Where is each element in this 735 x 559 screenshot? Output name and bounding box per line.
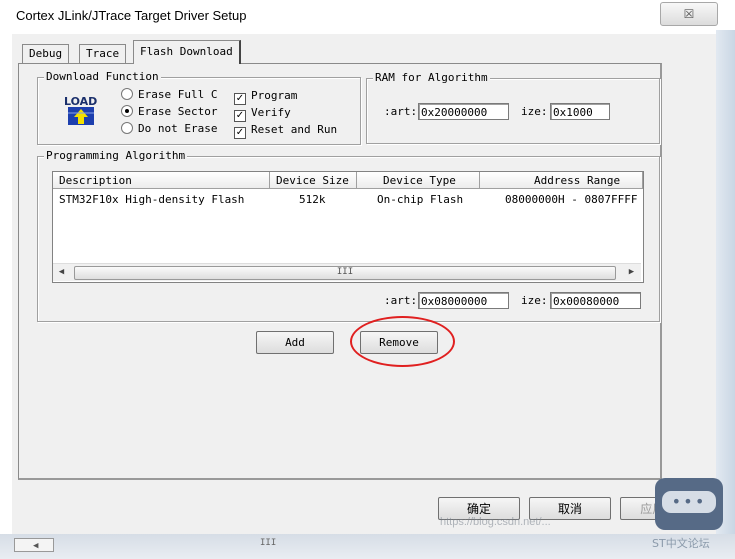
ram-start-input[interactable]: 0x20000000 <box>418 103 509 120</box>
do-not-erase-radio[interactable]: Do not Erase <box>121 122 217 136</box>
table-row-description[interactable]: STM32F10x High-density Flash <box>59 192 244 208</box>
background-window-strip <box>0 534 735 559</box>
column-header-device-size[interactable]: Device Size <box>270 172 357 189</box>
add-button[interactable]: Add <box>256 331 334 354</box>
program-label: Program <box>251 89 298 102</box>
table-row-device-size[interactable]: 512k <box>299 192 326 208</box>
checkmark-icon: ✓ <box>234 127 246 139</box>
erase-sector-radio[interactable]: Erase Sector <box>121 105 217 119</box>
ram-for-algorithm-legend: RAM for Algorithm <box>373 71 490 84</box>
checkmark-icon: ✓ <box>234 110 246 122</box>
watermark-url: https://blog.csdn.net/... <box>440 516 551 528</box>
background-scroll-left-icon: ◀ <box>14 538 54 552</box>
tab-flash-download[interactable]: Flash Download <box>133 40 241 64</box>
watermark-site-name: ST中文论坛 <box>652 537 710 550</box>
horizontal-scrollbar[interactable]: ◀ III ▶ <box>53 263 641 281</box>
close-button[interactable]: ☒ <box>660 2 718 26</box>
do-not-erase-label: Do not Erase <box>138 122 218 135</box>
algorithm-list[interactable]: Description Device Size Device Type Addr… <box>52 171 644 283</box>
scroll-left-icon[interactable]: ◀ <box>53 264 70 281</box>
ram-size-label: ize: <box>521 105 548 118</box>
verify-checkbox[interactable]: ✓ Verify <box>234 106 291 122</box>
red-highlight-circle <box>350 316 455 367</box>
radio-off-icon <box>121 122 133 134</box>
close-icon: ☒ <box>683 7 695 21</box>
scroll-grip-icon: III <box>336 267 354 277</box>
radio-off-icon <box>121 88 133 100</box>
column-header-address-range[interactable]: Address Range <box>480 172 643 189</box>
program-checkbox[interactable]: ✓ Program <box>234 89 297 105</box>
load-icon-text: LOAD <box>64 95 97 108</box>
scrollbar-thumb[interactable]: III <box>74 266 616 280</box>
erase-full-chip-label: Erase Full C <box>138 88 218 101</box>
table-row-address-range[interactable]: 08000000H - 0807FFFF <box>505 192 637 208</box>
chat-bubble-icon: ••• <box>662 491 716 513</box>
background-scroll-grip-icon: III <box>260 538 277 548</box>
window-title: Cortex JLink/JTrace Target Driver Setup <box>16 8 247 23</box>
algo-start-input[interactable]: 0x08000000 <box>418 292 509 309</box>
reset-and-run-checkbox[interactable]: ✓ Reset and Run <box>234 123 337 139</box>
algo-start-label: :art: <box>384 294 418 307</box>
radio-on-icon <box>121 105 133 117</box>
checkmark-icon: ✓ <box>234 93 246 105</box>
programming-algorithm-legend: Programming Algorithm <box>44 149 188 162</box>
ram-size-input[interactable]: 0x1000 <box>550 103 610 120</box>
erase-sector-label: Erase Sector <box>138 105 218 118</box>
tab-trace[interactable]: Trace <box>79 44 127 63</box>
ram-start-label: :art: <box>384 105 418 118</box>
window-frame-edge <box>716 30 735 540</box>
column-header-description[interactable]: Description <box>53 172 270 189</box>
algo-size-label: ize: <box>521 294 548 307</box>
tab-debug[interactable]: Debug <box>22 44 70 63</box>
verify-label: Verify <box>251 106 291 119</box>
algo-size-input[interactable]: 0x00080000 <box>550 292 641 309</box>
table-row-device-type[interactable]: On-chip Flash <box>377 192 463 208</box>
load-icon: LOAD <box>64 95 97 125</box>
column-header-device-type[interactable]: Device Type <box>357 172 480 189</box>
scroll-right-icon[interactable]: ▶ <box>623 264 640 281</box>
reset-and-run-label: Reset and Run <box>251 123 338 136</box>
download-function-legend: Download Function <box>44 70 161 83</box>
erase-full-chip-radio[interactable]: Erase Full C <box>121 88 217 102</box>
